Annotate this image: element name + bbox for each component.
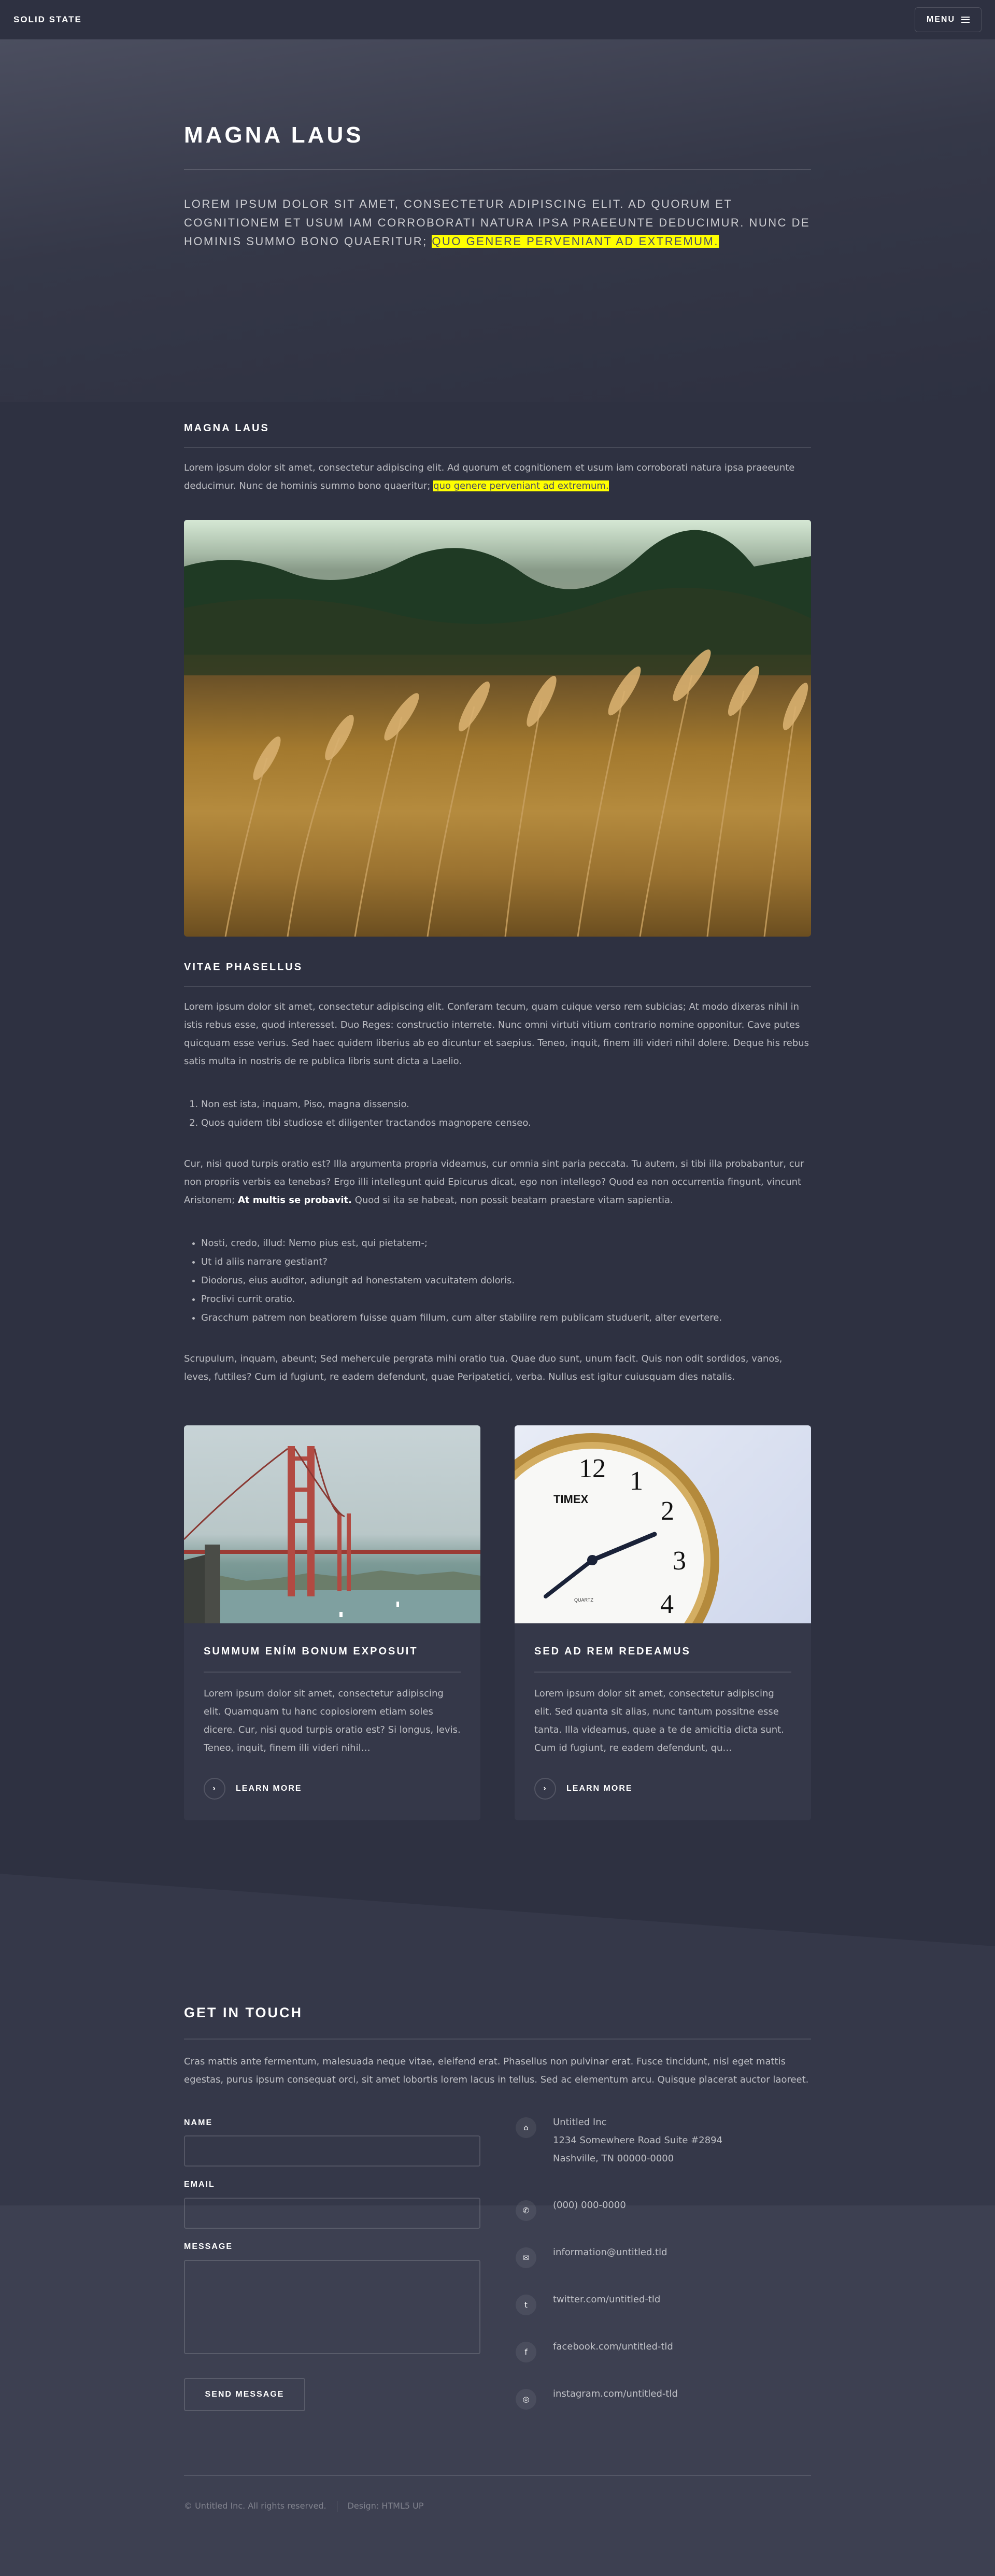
section2-paragraph-1: Lorem ipsum dolor sit amet, consectetur … <box>184 1001 809 1067</box>
ordered-list-item: Non est ista, inquam, Piso, magna dissen… <box>201 1095 811 1114</box>
home-icon: ⌂ <box>516 2117 536 2138</box>
learn-more-link[interactable]: › LEARN MORE <box>534 1778 633 1800</box>
section-divider <box>184 447 811 448</box>
footer-divider <box>184 2475 811 2476</box>
name-input[interactable] <box>184 2135 480 2167</box>
send-message-button[interactable]: SEND MESSAGE <box>184 2378 305 2411</box>
clock-brand: TIMEX <box>553 1493 589 1506</box>
copyright-text: © Untitled Inc. All rights reserved. <box>184 2501 326 2511</box>
card-divider <box>534 1672 791 1673</box>
menu-label: MENU <box>926 15 955 24</box>
bridge-illustration <box>184 1446 480 1623</box>
phone-number[interactable]: (000) 000-0000 <box>553 2196 626 2214</box>
ordered-list: Non est ista, inquam, Piso, magna dissen… <box>184 1095 811 1133</box>
card-text: Lorem ipsum dolor sit amet, consectetur … <box>534 1688 784 1753</box>
message-label: MESSAGE <box>184 2242 233 2251</box>
clock-numeral-12: 12 <box>579 1454 606 1483</box>
instagram-link[interactable]: instagram.com/untitled-tld <box>553 2385 678 2403</box>
banner-highlight: QUO GENERE PERVENIANT AD EXTREMUM. <box>432 235 719 248</box>
chevron-right-icon: › <box>534 1778 556 1800</box>
learn-more-label: LEARN MORE <box>236 1784 302 1793</box>
card-text: Lorem ipsum dolor sit amet, consectetur … <box>204 1688 461 1753</box>
card-divider <box>204 1672 461 1673</box>
clock-sub: QUARTZ <box>574 1597 593 1603</box>
banner: MAGNA LAUS LOREM IPSUM DOLOR SIT AMET, C… <box>0 39 995 402</box>
card-title[interactable]: SUMMUM ENÍM BONUM EXPOSUIT <box>204 1646 418 1658</box>
contact-facebook: f facebook.com/untitled-tld <box>516 2341 673 2362</box>
section-title-vitae-phasellus: VITAE PHASELLUS <box>184 961 303 973</box>
email-label: EMAIL <box>184 2180 215 2189</box>
chevron-right-icon: › <box>204 1778 225 1800</box>
clock-numeral-2: 2 <box>661 1496 674 1526</box>
clock-numeral-3: 3 <box>673 1546 686 1576</box>
email-link[interactable]: information@untitled.tld <box>553 2243 667 2261</box>
section2-paragraph-3: Scrupulum, inquam, abeunt; Sed mehercule… <box>184 1353 783 1382</box>
footer-band <box>0 2205 995 2576</box>
section1-text: Lorem ipsum dolor sit amet, consectetur … <box>184 459 811 495</box>
clock-numeral-1: 1 <box>630 1466 643 1496</box>
para2-bold: At multis se probavit. <box>237 1195 352 1206</box>
header: SOLID STATE MENU <box>0 0 995 39</box>
bullet-list-item: Nosti, credo, illud: Nemo pius est, qui … <box>201 1234 811 1253</box>
card-title[interactable]: SED AD REM REDEAMUS <box>534 1646 691 1658</box>
section2-paragraph-2: Cur, nisi quod turpis oratio est? Illa a… <box>184 1155 811 1209</box>
contact-instagram: ◎ instagram.com/untitled-tld <box>516 2388 678 2410</box>
section-title-magna-laus: MAGNA LAUS <box>184 422 269 434</box>
learn-more-link[interactable]: › LEARN MORE <box>204 1778 302 1800</box>
para2-end: Quod si ita se habeat, non possit beatam… <box>351 1195 673 1206</box>
section-divider <box>184 2039 811 2040</box>
banner-text: LOREM IPSUM DOLOR SIT AMET, CONSECTETUR … <box>184 195 811 251</box>
brand-logo[interactable]: SOLID STATE <box>13 15 82 25</box>
article-card: 12 1 2 3 4 5 TIMEX QUARTZ SED AD REM RED… <box>515 1425 811 1820</box>
bullet-list-item: Ut id aliis narrare gestiant? <box>201 1253 811 1271</box>
bullet-list-item: Proclivi currit oratio. <box>201 1290 811 1309</box>
golden-gate-bridge-image[interactable] <box>184 1425 480 1623</box>
contact-phone: ✆ (000) 000-0000 <box>516 2200 626 2221</box>
clock-numeral-4: 4 <box>660 1590 674 1619</box>
name-label: NAME <box>184 2118 213 2127</box>
clock-illustration: 12 1 2 3 4 5 TIMEX QUARTZ <box>515 1433 719 1623</box>
bullet-list-item: Diodorus, eius auditor, adiungit ad hone… <box>201 1271 811 1290</box>
banner-title: MAGNA LAUS <box>184 122 364 148</box>
phone-icon: ✆ <box>516 2200 536 2221</box>
envelope-icon: ✉ <box>516 2247 536 2268</box>
address-line: Untitled Inc <box>553 2117 607 2128</box>
article-card: SUMMUM ENÍM BONUM EXPOSUIT Lorem ipsum d… <box>184 1425 480 1820</box>
address-line: 1234 Somewhere Road Suite #2894 <box>553 2135 723 2146</box>
section-divider <box>184 986 811 987</box>
message-textarea[interactable] <box>184 2260 480 2354</box>
contact-email: ✉ information@untitled.tld <box>516 2247 667 2268</box>
wheat-field-image <box>184 520 811 937</box>
facebook-icon: f <box>516 2342 536 2362</box>
contact-intro: Cras mattis ante fermentum, malesuada ne… <box>184 2056 809 2085</box>
ordered-list-item: Quos quidem tibi studiose et diligenter … <box>201 1114 811 1133</box>
alarm-clock-image[interactable]: 12 1 2 3 4 5 TIMEX QUARTZ <box>515 1425 811 1623</box>
contact-title: GET IN TOUCH <box>184 2005 303 2020</box>
wheat-illustration <box>184 520 811 937</box>
learn-more-label: LEARN MORE <box>566 1784 633 1793</box>
email-input[interactable] <box>184 2198 480 2229</box>
banner-divider <box>184 169 811 170</box>
menu-button[interactable]: MENU <box>914 7 982 32</box>
contact-address: ⌂ Untitled Inc 1234 Somewhere Road Suite… <box>516 2117 722 2168</box>
design-credit[interactable]: Design: HTML5 UP <box>348 2501 424 2512</box>
twitter-link[interactable]: twitter.com/untitled-tld <box>553 2290 660 2309</box>
facebook-link[interactable]: facebook.com/untitled-tld <box>553 2338 673 2356</box>
bullet-list-item: Gracchum patrem non beatiorem fuisse qua… <box>201 1309 811 1327</box>
address-block: Untitled Inc 1234 Somewhere Road Suite #… <box>553 2113 722 2168</box>
twitter-icon: t <box>516 2295 536 2315</box>
hamburger-icon <box>961 17 970 23</box>
section1-highlight: quo genere perveniant ad extremum. <box>433 480 609 491</box>
instagram-icon: ◎ <box>516 2389 536 2410</box>
address-line: Nashville, TN 00000-0000 <box>553 2153 674 2164</box>
contact-twitter: t twitter.com/untitled-tld <box>516 2294 660 2315</box>
clock-numeral-5: 5 <box>627 1620 641 1623</box>
bullet-list: Nosti, credo, illud: Nemo pius est, qui … <box>184 1234 811 1327</box>
copyright: © Untitled Inc. All rights reserved. Des… <box>184 2501 423 2512</box>
